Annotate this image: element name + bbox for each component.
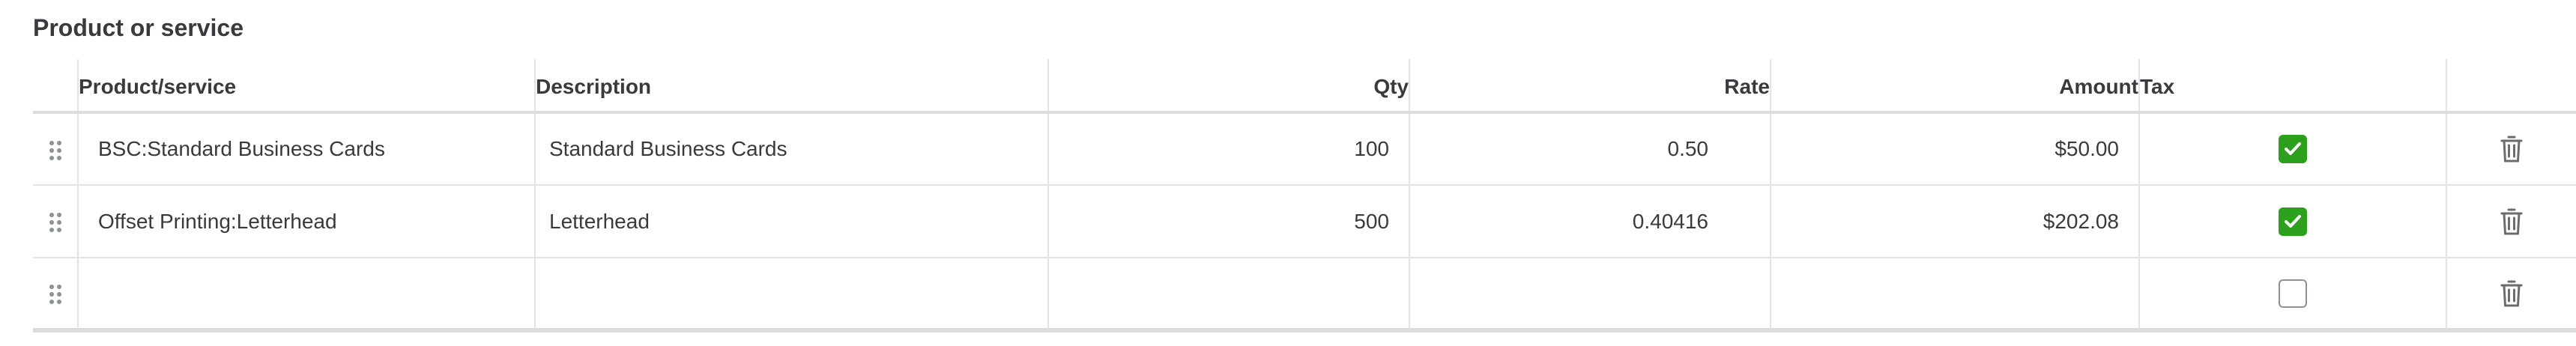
actions-cell bbox=[2446, 112, 2576, 185]
product-lines-table-container: Product/service Description Qty Rate Amo… bbox=[33, 59, 2576, 333]
product-lines-table: Product/service Description Qty Rate Amo… bbox=[33, 59, 2576, 333]
tax-cell bbox=[2139, 258, 2447, 330]
tax-checkbox[interactable] bbox=[2279, 279, 2307, 308]
column-header-product: Product/service bbox=[78, 59, 536, 112]
product-cell[interactable]: Offset Printing:Letterhead bbox=[78, 185, 536, 258]
qty-cell[interactable]: 500 bbox=[1048, 185, 1410, 258]
column-header-qty: Qty bbox=[1048, 59, 1410, 112]
column-header-description: Description bbox=[535, 59, 1049, 112]
tax-cell bbox=[2139, 112, 2447, 185]
amount-cell[interactable]: $50.00 bbox=[1771, 112, 2140, 185]
rate-cell[interactable] bbox=[1409, 258, 1771, 330]
description-cell[interactable] bbox=[535, 258, 1049, 330]
trash-icon[interactable] bbox=[2500, 279, 2523, 308]
table-row bbox=[33, 258, 2576, 330]
rate-cell[interactable]: 0.50 bbox=[1409, 112, 1771, 185]
column-header-drag bbox=[33, 59, 79, 112]
trash-icon[interactable] bbox=[2500, 207, 2523, 236]
drag-handle-icon[interactable] bbox=[48, 140, 63, 160]
drag-cell[interactable] bbox=[33, 258, 79, 330]
tax-checkbox[interactable] bbox=[2279, 207, 2307, 236]
product-cell[interactable] bbox=[78, 258, 536, 330]
section-title: Product or service bbox=[33, 14, 244, 41]
actions-cell bbox=[2446, 185, 2576, 258]
qty-cell[interactable] bbox=[1048, 258, 1410, 330]
drag-handle-icon[interactable] bbox=[48, 285, 63, 305]
tax-checkbox[interactable] bbox=[2279, 135, 2307, 163]
amount-cell[interactable]: $202.08 bbox=[1771, 185, 2140, 258]
table-row: Offset Printing:Letterhead Letterhead 50… bbox=[33, 185, 2576, 258]
qty-cell[interactable]: 100 bbox=[1048, 112, 1410, 185]
table-row: BSC:Standard Business Cards Standard Bus… bbox=[33, 112, 2576, 185]
column-header-amount: Amount bbox=[1771, 59, 2140, 112]
description-cell[interactable]: Letterhead bbox=[535, 185, 1049, 258]
actions-cell bbox=[2446, 258, 2576, 330]
trash-icon[interactable] bbox=[2500, 135, 2523, 163]
product-cell[interactable]: BSC:Standard Business Cards bbox=[78, 112, 536, 185]
drag-cell[interactable] bbox=[33, 185, 79, 258]
description-cell[interactable]: Standard Business Cards bbox=[535, 112, 1049, 185]
table-header-row: Product/service Description Qty Rate Amo… bbox=[33, 59, 2576, 112]
rate-cell[interactable]: 0.40416 bbox=[1409, 185, 1771, 258]
column-header-tax: Tax bbox=[2139, 59, 2447, 112]
drag-handle-icon[interactable] bbox=[48, 213, 63, 233]
amount-cell[interactable] bbox=[1771, 258, 2140, 330]
checkmark-icon bbox=[2285, 214, 2301, 228]
checkmark-icon bbox=[2285, 142, 2301, 155]
column-header-rate: Rate bbox=[1409, 59, 1771, 112]
tax-cell bbox=[2139, 185, 2447, 258]
column-header-actions bbox=[2446, 59, 2576, 112]
drag-cell[interactable] bbox=[33, 112, 79, 185]
